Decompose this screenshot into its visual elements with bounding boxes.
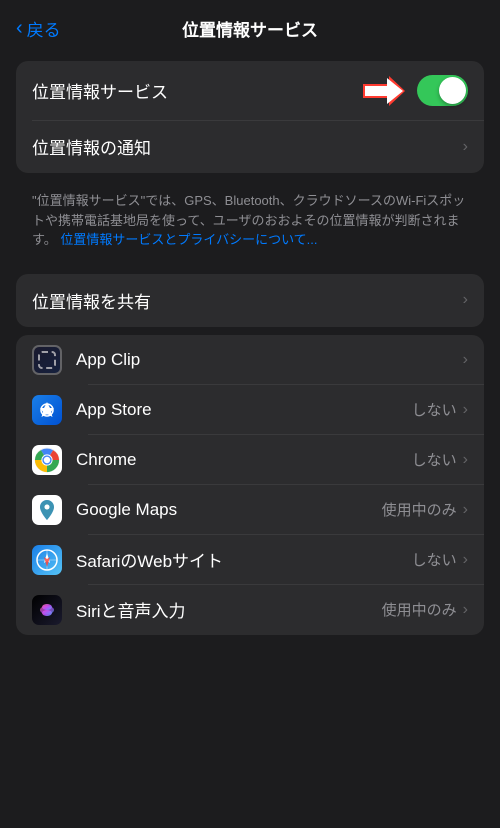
navigation-header: ‹ 戻る 位置情報サービス — [0, 0, 500, 53]
share-location-label: 位置情報を共有 — [32, 288, 151, 313]
location-services-toggle[interactable] — [417, 75, 468, 106]
app-list-section: App Clip › App Store しない › — [16, 335, 484, 635]
chevron-icon: › — [463, 138, 468, 156]
arrow-indicator — [363, 76, 405, 106]
list-item[interactable]: App Clip › — [16, 335, 484, 385]
appstore-svg-icon — [37, 400, 57, 420]
list-item[interactable]: SafariのWebサイト しない › — [16, 535, 484, 585]
app-status: 使用中のみ — [382, 499, 457, 520]
location-notification-right: › — [463, 138, 468, 156]
app-status: しない — [412, 549, 457, 570]
location-services-label: 位置情報サービス — [32, 78, 168, 103]
share-chevron-icon: › — [463, 291, 468, 309]
appclip-inner-icon — [38, 351, 56, 369]
app-name: Siriと音声入力 — [76, 597, 382, 622]
maps-svg-icon — [35, 498, 59, 522]
back-button[interactable]: ‹ 戻る — [16, 16, 61, 41]
app-name: Chrome — [76, 450, 412, 470]
description-text: "位置情報サービス"では、GPS、Bluetooth、クラウドソースのWi-Fi… — [32, 193, 465, 247]
app-name: App Store — [76, 400, 412, 420]
chevron-icon: › — [463, 551, 468, 569]
share-location-section: 位置情報を共有 › — [16, 274, 484, 327]
location-notification-item[interactable]: 位置情報の通知 › — [16, 120, 484, 173]
toggle-knob — [439, 77, 466, 104]
app-name: App Clip — [76, 350, 463, 370]
share-location-item[interactable]: 位置情報を共有 › — [16, 274, 484, 327]
maps-icon — [32, 495, 62, 525]
safari-svg-icon — [36, 549, 58, 571]
share-location-right: › — [463, 291, 468, 309]
chevron-icon: › — [463, 401, 468, 419]
appclip-icon — [32, 345, 62, 375]
app-status: しない — [412, 449, 457, 470]
app-name: Google Maps — [76, 500, 382, 520]
description-section: "位置情報サービス"では、GPS、Bluetooth、クラウドソースのWi-Fi… — [16, 181, 484, 266]
location-toggle-container — [363, 75, 468, 106]
location-services-item[interactable]: 位置情報サービス — [16, 61, 484, 120]
list-item[interactable]: App Store しない › — [16, 385, 484, 435]
page-title: 位置情報サービス — [182, 16, 318, 41]
location-notification-label: 位置情報の通知 — [32, 134, 151, 159]
red-arrow-icon — [363, 76, 405, 106]
siri-svg-icon — [36, 599, 58, 621]
list-item[interactable]: Google Maps 使用中のみ › — [16, 485, 484, 535]
back-label: 戻る — [27, 16, 61, 41]
list-item[interactable]: Chrome しない › — [16, 435, 484, 485]
chevron-icon: › — [463, 351, 468, 369]
app-status: 使用中のみ — [382, 599, 457, 620]
chrome-icon — [32, 445, 62, 475]
chevron-icon: › — [463, 601, 468, 619]
app-status: しない — [412, 399, 457, 420]
back-chevron-icon: ‹ — [16, 18, 23, 38]
main-settings-section: 位置情報サービス 位置情報の通知 › — [16, 61, 484, 173]
appstore-icon — [32, 395, 62, 425]
safari-icon — [32, 545, 62, 575]
app-name: SafariのWebサイト — [76, 547, 412, 572]
chrome-svg-icon — [34, 447, 60, 473]
list-item[interactable]: Siriと音声入力 使用中のみ › — [16, 585, 484, 635]
chevron-icon: › — [463, 501, 468, 519]
chevron-icon: › — [463, 451, 468, 469]
siri-icon — [32, 595, 62, 625]
privacy-link[interactable]: 位置情報サービスとプライバシーについて... — [60, 232, 317, 247]
